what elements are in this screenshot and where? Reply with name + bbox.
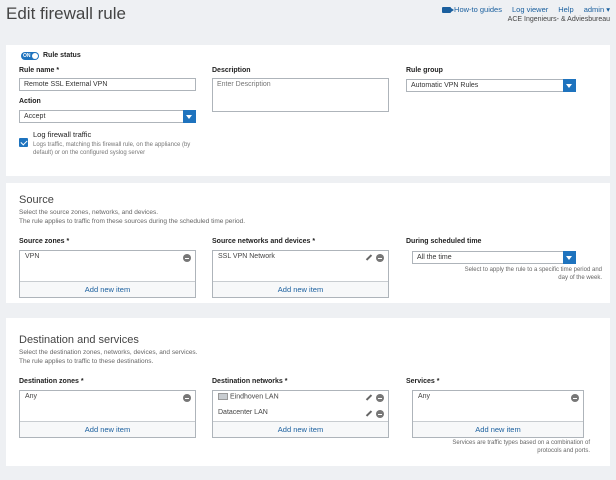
source-panel: Source Select the source zones, networks…	[6, 183, 610, 303]
source-zones-box: VPN Add new item	[19, 250, 196, 298]
remove-icon[interactable]	[376, 254, 384, 262]
rule-group-label: Rule group	[406, 67, 443, 74]
rule-name-label: Rule name *	[19, 67, 60, 74]
add-source-zone-button[interactable]: Add new item	[20, 281, 195, 297]
organization-name: ACE Ingenieurs- & Adviesbureau	[507, 16, 610, 23]
list-item: Any	[413, 391, 583, 404]
rule-status-toggle[interactable]: ON	[21, 52, 39, 60]
source-zones-label: Source zones *	[19, 238, 70, 245]
schedule-label: During scheduled time	[406, 238, 482, 245]
schedule-hint: Select to apply the rule to a specific t…	[464, 267, 602, 281]
source-networks-box: SSL VPN Network Add new item	[212, 250, 389, 298]
source-heading: Source	[19, 194, 54, 206]
log-traffic-checkbox[interactable]	[19, 138, 28, 147]
add-service-button[interactable]: Add new item	[413, 421, 583, 437]
services-box: Any Add new item	[412, 390, 584, 438]
page-title: Edit firewall rule	[6, 4, 126, 23]
remove-icon[interactable]	[183, 254, 191, 262]
add-destination-network-button[interactable]: Add new item	[213, 421, 388, 437]
rule-panel: ON Rule status Rule name * Remote SSL Ex…	[6, 45, 610, 176]
list-item: VPN	[20, 251, 195, 264]
rule-group-select[interactable]: Automatic VPN Rules	[406, 79, 576, 92]
how-to-guides-link[interactable]: How-to guides	[442, 5, 502, 14]
admin-menu[interactable]: admin ▾	[584, 5, 610, 14]
list-item: Any	[20, 391, 195, 404]
destination-zones-box: Any Add new item	[19, 390, 196, 438]
edit-icon[interactable]	[365, 410, 373, 418]
description-textarea[interactable]	[212, 78, 389, 112]
video-camera-icon	[442, 7, 455, 14]
destination-heading: Destination and services	[19, 334, 139, 346]
source-description: Select the source zones, networks, and d…	[19, 209, 246, 225]
chevron-down-icon[interactable]	[183, 110, 196, 123]
services-label: Services *	[406, 378, 440, 385]
add-source-network-button[interactable]: Add new item	[213, 281, 388, 297]
description-label: Description	[212, 67, 251, 74]
caret-down-icon: ▾	[606, 5, 610, 14]
rule-name-input[interactable]: Remote SSL External VPN	[19, 78, 196, 91]
help-link[interactable]: Help	[558, 5, 573, 14]
list-item: Eindhoven LAN	[213, 391, 388, 404]
chevron-down-icon[interactable]	[563, 79, 576, 92]
rule-status-label: Rule status	[43, 52, 81, 59]
destination-networks-box: Eindhoven LAN Datacenter LAN Add new ite…	[212, 390, 389, 438]
destination-description: Select the destination zones, networks, …	[19, 349, 198, 365]
destination-panel: Destination and services Select the dest…	[6, 318, 610, 466]
action-label: Action	[19, 98, 41, 105]
log-traffic-hint: Logs traffic, matching this firewall rul…	[33, 142, 191, 156]
network-icon	[218, 393, 228, 400]
remove-icon[interactable]	[376, 410, 384, 418]
destination-zones-label: Destination zones *	[19, 378, 84, 385]
action-select[interactable]: Accept	[19, 110, 196, 123]
log-viewer-link[interactable]: Log viewer	[512, 5, 548, 14]
list-item: SSL VPN Network	[213, 251, 388, 264]
add-destination-zone-button[interactable]: Add new item	[20, 421, 195, 437]
remove-icon[interactable]	[183, 394, 191, 402]
services-hint: Services are traffic types based on a co…	[452, 440, 590, 454]
schedule-select[interactable]: All the time	[412, 251, 576, 264]
chevron-down-icon[interactable]	[563, 251, 576, 264]
source-networks-label: Source networks and devices *	[212, 238, 316, 245]
list-item: Datacenter LAN	[213, 407, 388, 420]
remove-icon[interactable]	[571, 394, 579, 402]
top-links: How-to guides Log viewer Help admin ▾	[442, 5, 610, 14]
destination-networks-label: Destination networks *	[212, 378, 288, 385]
edit-icon[interactable]	[365, 254, 373, 262]
log-traffic-label: Log firewall traffic	[33, 130, 92, 139]
edit-icon[interactable]	[365, 394, 373, 402]
remove-icon[interactable]	[376, 394, 384, 402]
